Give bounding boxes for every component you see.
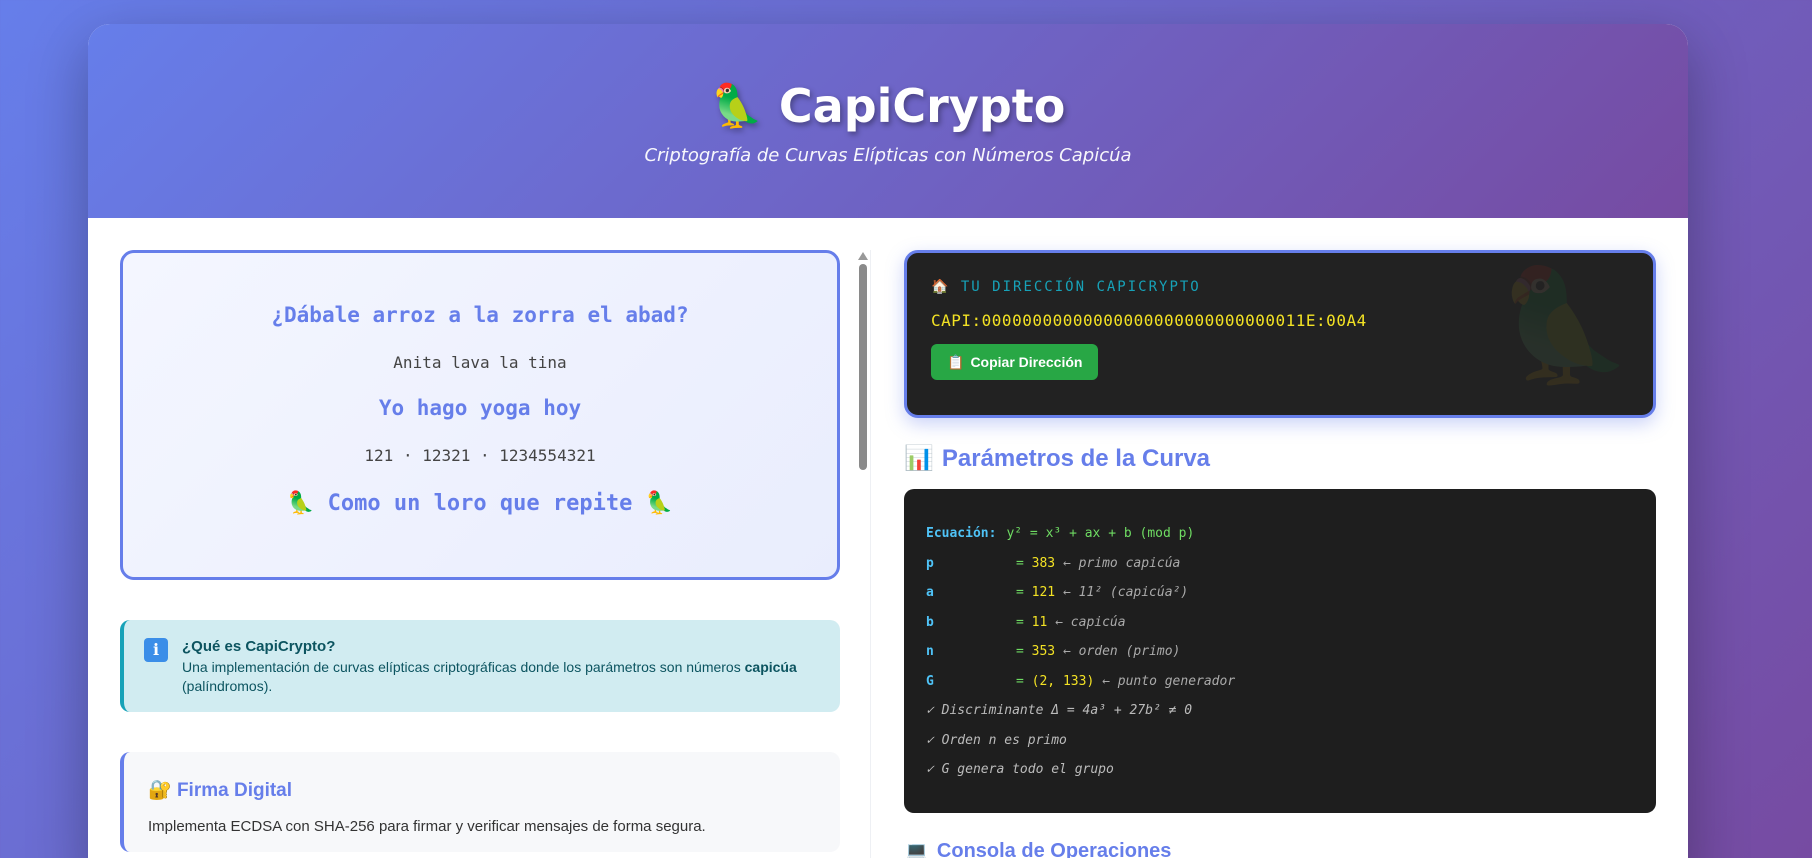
scroll-thumb[interactable] xyxy=(859,264,867,470)
address-panel: 🦜 🏠 TU DIRECCIÓN CAPICRYPTO CAPI:0000000… xyxy=(904,250,1656,418)
info-box: i ¿Qué es CapiCrypto? Una implementación… xyxy=(120,620,840,712)
console-section-title-text: Consola de Operaciones xyxy=(936,840,1172,858)
param-key: a xyxy=(926,585,934,601)
palindrome-line-3: Yo hago yoga hoy xyxy=(378,396,582,420)
parrot-icon: 🦜 xyxy=(287,491,315,516)
param-key: p xyxy=(926,555,934,571)
header: 🦜 CapiCrypto Criptografía de Curvas Elíp… xyxy=(88,24,1688,218)
param-value: 121 xyxy=(1031,585,1056,601)
equation-label: Ecuación: xyxy=(926,526,997,542)
param-comment: ← primo capicúa xyxy=(1062,555,1181,571)
param-key: n xyxy=(926,644,934,660)
parrot-icon: 🦜 xyxy=(645,491,673,516)
info-title: ¿Qué es CapiCrypto? xyxy=(182,638,336,655)
app-title: CapiCrypto xyxy=(778,79,1066,133)
copy-address-label: Copiar Dirección xyxy=(970,354,1083,370)
curve-parameters-panel: Ecuación: y² = x³ + ax + b (mod p) p = 3… xyxy=(904,489,1656,813)
palindrome-line-2: Anita lava la tina xyxy=(393,353,567,372)
console-section-title: 💻 Consola de Operaciones xyxy=(904,839,1656,858)
feature-card-signature: 🔐 Firma Digital Implementa ECDSA con SHA… xyxy=(120,752,840,852)
palindrome-line-1: ¿Dábale arroz a la zorra el abad? xyxy=(271,303,689,327)
param-comment: ← 11² (capicúa²) xyxy=(1062,585,1189,601)
column-divider xyxy=(870,250,871,858)
param-value: 353 xyxy=(1031,644,1056,660)
parrot-watermark-icon: 🦜 xyxy=(1496,261,1633,389)
house-icon: 🏠 xyxy=(931,279,951,295)
param-equals: = xyxy=(1016,555,1032,571)
right-column: 🦜 🏠 TU DIRECCIÓN CAPICRYPTO CAPI:0000000… xyxy=(904,250,1656,858)
app-window: 🦜 CapiCrypto Criptografía de Curvas Elíp… xyxy=(88,24,1688,858)
param-value: (2, 133) xyxy=(1031,673,1095,689)
palindrome-panel: ¿Dábale arroz a la zorra el abad? Anita … xyxy=(120,250,840,580)
equation-text: y² = x³ + ax + b (mod p) xyxy=(1006,526,1195,542)
param-row-g: G = (2, 133) ← punto generador xyxy=(926,667,1634,697)
param-comment: ← punto generador xyxy=(1102,673,1236,689)
check-discriminant: ✓ Discriminante Δ = 4a³ + 27b² ≠ 0 xyxy=(926,703,1193,719)
param-key: b xyxy=(926,614,934,630)
feature-card-title: 🔐 Firma Digital xyxy=(148,778,816,802)
check-generator: ✓ G genera todo el grupo xyxy=(926,762,1114,778)
param-comment: ← capicúa xyxy=(1055,614,1126,630)
scroll-up-arrow-icon[interactable] xyxy=(858,252,868,260)
equation-row: Ecuación: y² = x³ + ax + b (mod p) xyxy=(926,519,1634,549)
copy-address-button[interactable]: 📋 Copiar Dirección xyxy=(931,344,1099,380)
info-text-bold: capicúa xyxy=(744,659,797,675)
curve-section-title-text: Parámetros de la Curva xyxy=(941,444,1211,472)
info-text: Una implementación de curvas elípticas c… xyxy=(182,658,820,696)
app-subtitle: Criptografía de Curvas Elípticas con Núm… xyxy=(644,145,1132,166)
palindrome-numbers: 121 · 12321 · 1234554321 xyxy=(364,446,596,465)
param-key: G xyxy=(926,673,934,689)
lock-icon: 🔐 xyxy=(148,780,172,801)
check-order-prime: ✓ Orden n es primo xyxy=(926,732,1067,748)
feature-card-text: Implementa ECDSA con SHA-256 para firmar… xyxy=(148,818,706,835)
param-value: 383 xyxy=(1031,555,1056,571)
info-icon: i xyxy=(144,638,168,662)
chart-icon: 📊 xyxy=(904,445,934,472)
param-equals: = xyxy=(1016,614,1032,630)
param-value: 11 xyxy=(1031,614,1048,630)
param-row-n: n = 353 ← orden (primo) xyxy=(926,637,1634,667)
info-text-post: (palíndromos). xyxy=(182,678,273,694)
info-text-pre: Una implementación de curvas elípticas c… xyxy=(182,659,745,675)
curve-section-title: 📊 Parámetros de la Curva xyxy=(904,444,1656,473)
param-row-a: a = 121 ← 11² (capicúa²) xyxy=(926,578,1634,608)
app-title-row: 🦜 CapiCrypto xyxy=(88,24,1688,133)
left-scrollbar[interactable] xyxy=(858,252,868,858)
param-comment: ← orden (primo) xyxy=(1062,644,1181,660)
param-equals: = xyxy=(1016,673,1032,689)
monitor-icon: 💻 xyxy=(904,841,929,858)
param-row-b: b = 11 ← capicúa xyxy=(926,608,1634,638)
address-label-text: TU DIRECCIÓN CAPICRYPTO xyxy=(960,279,1201,295)
clipboard-icon: 📋 xyxy=(947,353,965,370)
palindrome-parrot-text: Como un loro que repite xyxy=(327,491,633,516)
param-equals: = xyxy=(1016,585,1032,601)
feature-card-title-text: Firma Digital xyxy=(176,780,293,801)
param-equals: = xyxy=(1016,644,1032,660)
left-column: ¿Dábale arroz a la zorra el abad? Anita … xyxy=(120,250,840,852)
parrot-icon: 🦜 xyxy=(710,81,763,130)
param-row-p: p = 383 ← primo capicúa xyxy=(926,549,1634,579)
palindrome-line-5: 🦜 Como un loro que repite 🦜 xyxy=(123,491,837,516)
